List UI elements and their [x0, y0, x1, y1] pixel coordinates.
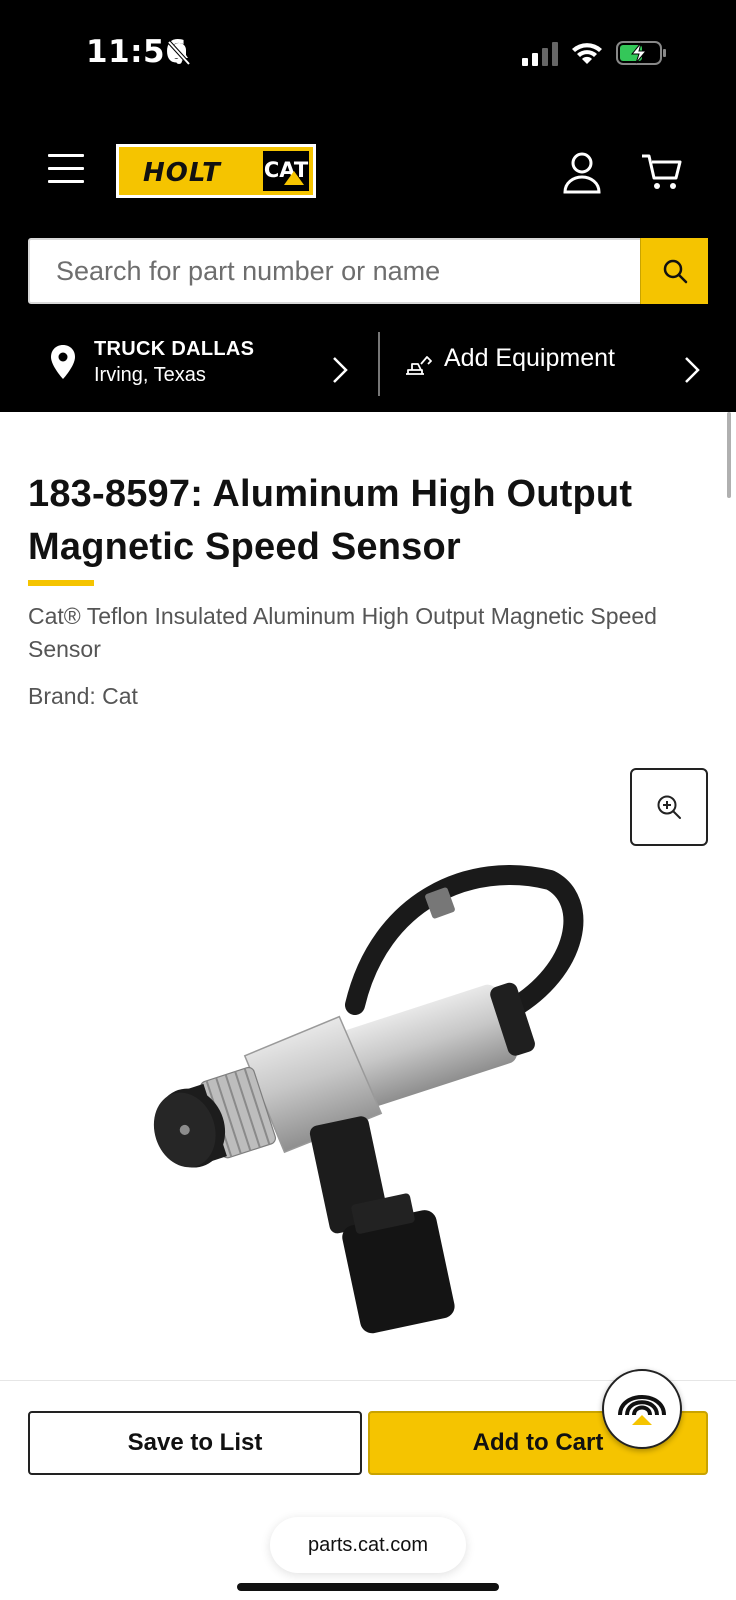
logo-cat-triangle — [284, 171, 304, 185]
search-bar — [28, 238, 708, 304]
save-to-list-button[interactable]: Save to List — [28, 1411, 362, 1475]
battery-charging-icon — [616, 41, 666, 65]
divider — [378, 332, 380, 396]
holt-cat-logo[interactable]: HOLT CAT — [116, 144, 316, 198]
chevron-right-icon — [333, 357, 348, 383]
chat-assistant-icon — [618, 1395, 666, 1425]
title-accent-bar — [28, 580, 94, 586]
home-indicator[interactable] — [237, 1583, 499, 1591]
wifi-icon — [572, 43, 602, 64]
site-header: HOLT CAT TRUCK DALLAS Irving, Texas — [0, 110, 736, 412]
hamburger-menu-icon[interactable] — [46, 152, 86, 186]
location-pin-icon — [51, 345, 75, 379]
shopping-cart-icon[interactable] — [640, 150, 684, 194]
browser-url-bar[interactable]: parts.cat.com — [270, 1517, 466, 1573]
bell-slash-icon — [167, 40, 191, 66]
search-icon — [663, 259, 687, 284]
product-title: 183-8597: Aluminum High Output Magnetic … — [28, 473, 633, 568]
store-equipment-row: TRUCK DALLAS Irving, Texas Add Equipment — [0, 324, 736, 410]
product-image[interactable] — [140, 860, 600, 1350]
signal-icon — [522, 42, 558, 66]
product-brand: Brand: Cat — [28, 683, 138, 709]
user-account-icon[interactable] — [560, 150, 604, 194]
search-button[interactable] — [640, 238, 708, 304]
product-subtitle: Cat® Teflon Insulated Aluminum High Outp… — [28, 603, 657, 662]
add-equipment-link[interactable]: Add Equipment — [382, 324, 736, 410]
logo-holt-text: HOLT — [143, 158, 221, 188]
store-name: TRUCK DALLAS — [94, 338, 255, 360]
store-selector[interactable]: TRUCK DALLAS Irving, Texas — [0, 324, 376, 410]
status-bar: 11:56 — [0, 0, 736, 110]
search-input[interactable] — [30, 240, 642, 302]
scrollbar[interactable] — [727, 412, 731, 498]
bottom-action-bar: Save to List Add to Cart parts.cat.com — [0, 1369, 736, 1600]
zoom-in-icon — [657, 795, 681, 819]
chevron-right-icon — [685, 357, 700, 383]
zoom-button[interactable] — [630, 768, 708, 846]
store-location: Irving, Texas — [94, 364, 206, 386]
add-equipment-label: Add Equipment — [444, 344, 615, 372]
equipment-excavator-icon — [406, 356, 432, 375]
chat-assistant-button[interactable] — [602, 1369, 682, 1449]
